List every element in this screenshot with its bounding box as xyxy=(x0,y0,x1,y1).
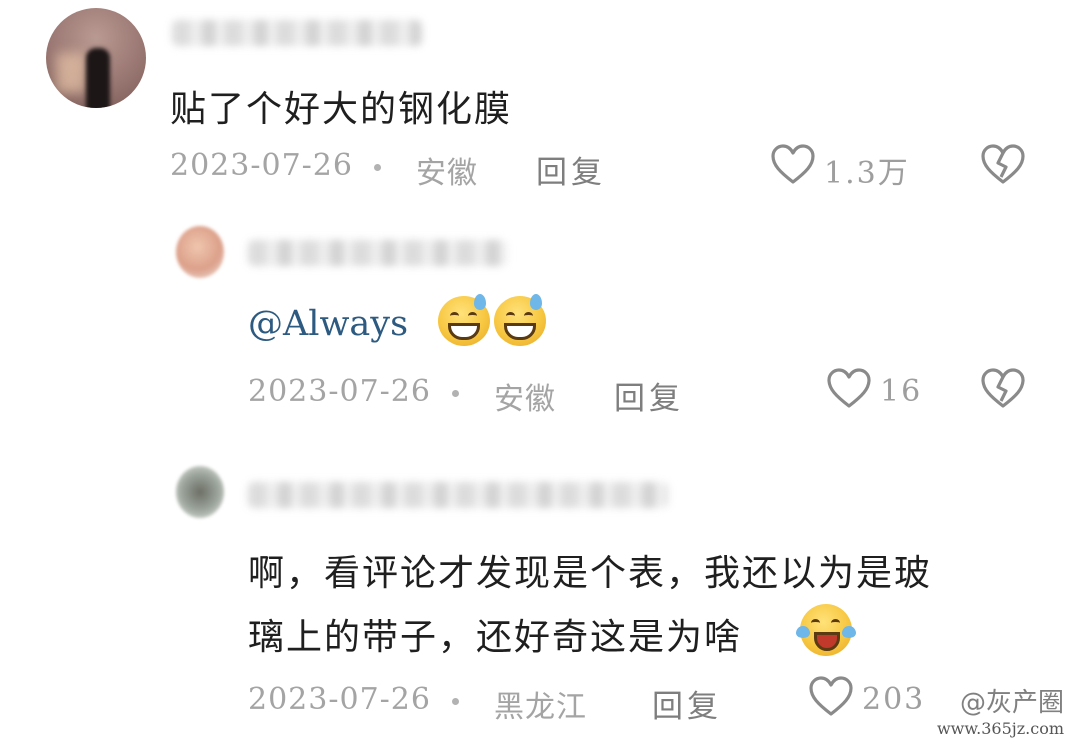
reply-button[interactable]: 回复 xyxy=(536,147,606,192)
username-blurred[interactable] xyxy=(172,20,422,46)
comment-date: 2023-07-26 xyxy=(248,374,431,409)
like-count: 16 xyxy=(880,374,923,409)
grinning-sweat-emoji xyxy=(438,294,490,346)
comment-date: 2023-07-26 xyxy=(170,148,353,183)
like-count: 1.3万 xyxy=(824,156,910,191)
username-blurred[interactable] xyxy=(248,240,508,266)
heart-outline-icon[interactable] xyxy=(808,676,854,718)
broken-heart-icon[interactable] xyxy=(980,144,1026,186)
comment-location: 安徽 xyxy=(494,382,556,417)
username-blurred[interactable] xyxy=(248,482,668,508)
comment-text: 贴了个好大的钢化膜 xyxy=(170,89,513,130)
broken-heart-icon[interactable] xyxy=(980,368,1026,410)
grinning-sweat-emoji xyxy=(494,294,546,346)
comment-location: 安徽 xyxy=(416,156,478,191)
like-count: 203 xyxy=(862,682,926,717)
separator-dot xyxy=(452,698,459,705)
avatar[interactable] xyxy=(176,466,224,518)
separator-dot xyxy=(374,164,381,171)
avatar[interactable] xyxy=(176,226,224,278)
reply-button[interactable]: 回复 xyxy=(614,373,684,418)
avatar[interactable] xyxy=(46,8,146,108)
mention-link[interactable]: @Always xyxy=(248,304,408,344)
heart-outline-icon[interactable] xyxy=(770,144,816,186)
heart-outline-icon[interactable] xyxy=(826,368,872,410)
comment-location: 黑龙江 xyxy=(494,690,587,725)
watermark-brand: @灰产圈 xyxy=(959,688,1064,718)
comment-date: 2023-07-26 xyxy=(248,682,431,717)
comment-text: 啊，看评论才发现是个表，我还以为是玻 xyxy=(248,553,933,594)
watermark: @灰产圈 www.365jz.com xyxy=(937,682,1064,738)
comment-text: 璃上的带子，还好奇这是为啥 xyxy=(248,617,743,658)
reply-button[interactable]: 回复 xyxy=(652,681,722,726)
laughing-tears-emoji xyxy=(796,604,856,656)
separator-dot xyxy=(452,390,459,397)
watermark-url: www.365jz.com xyxy=(936,719,1064,738)
